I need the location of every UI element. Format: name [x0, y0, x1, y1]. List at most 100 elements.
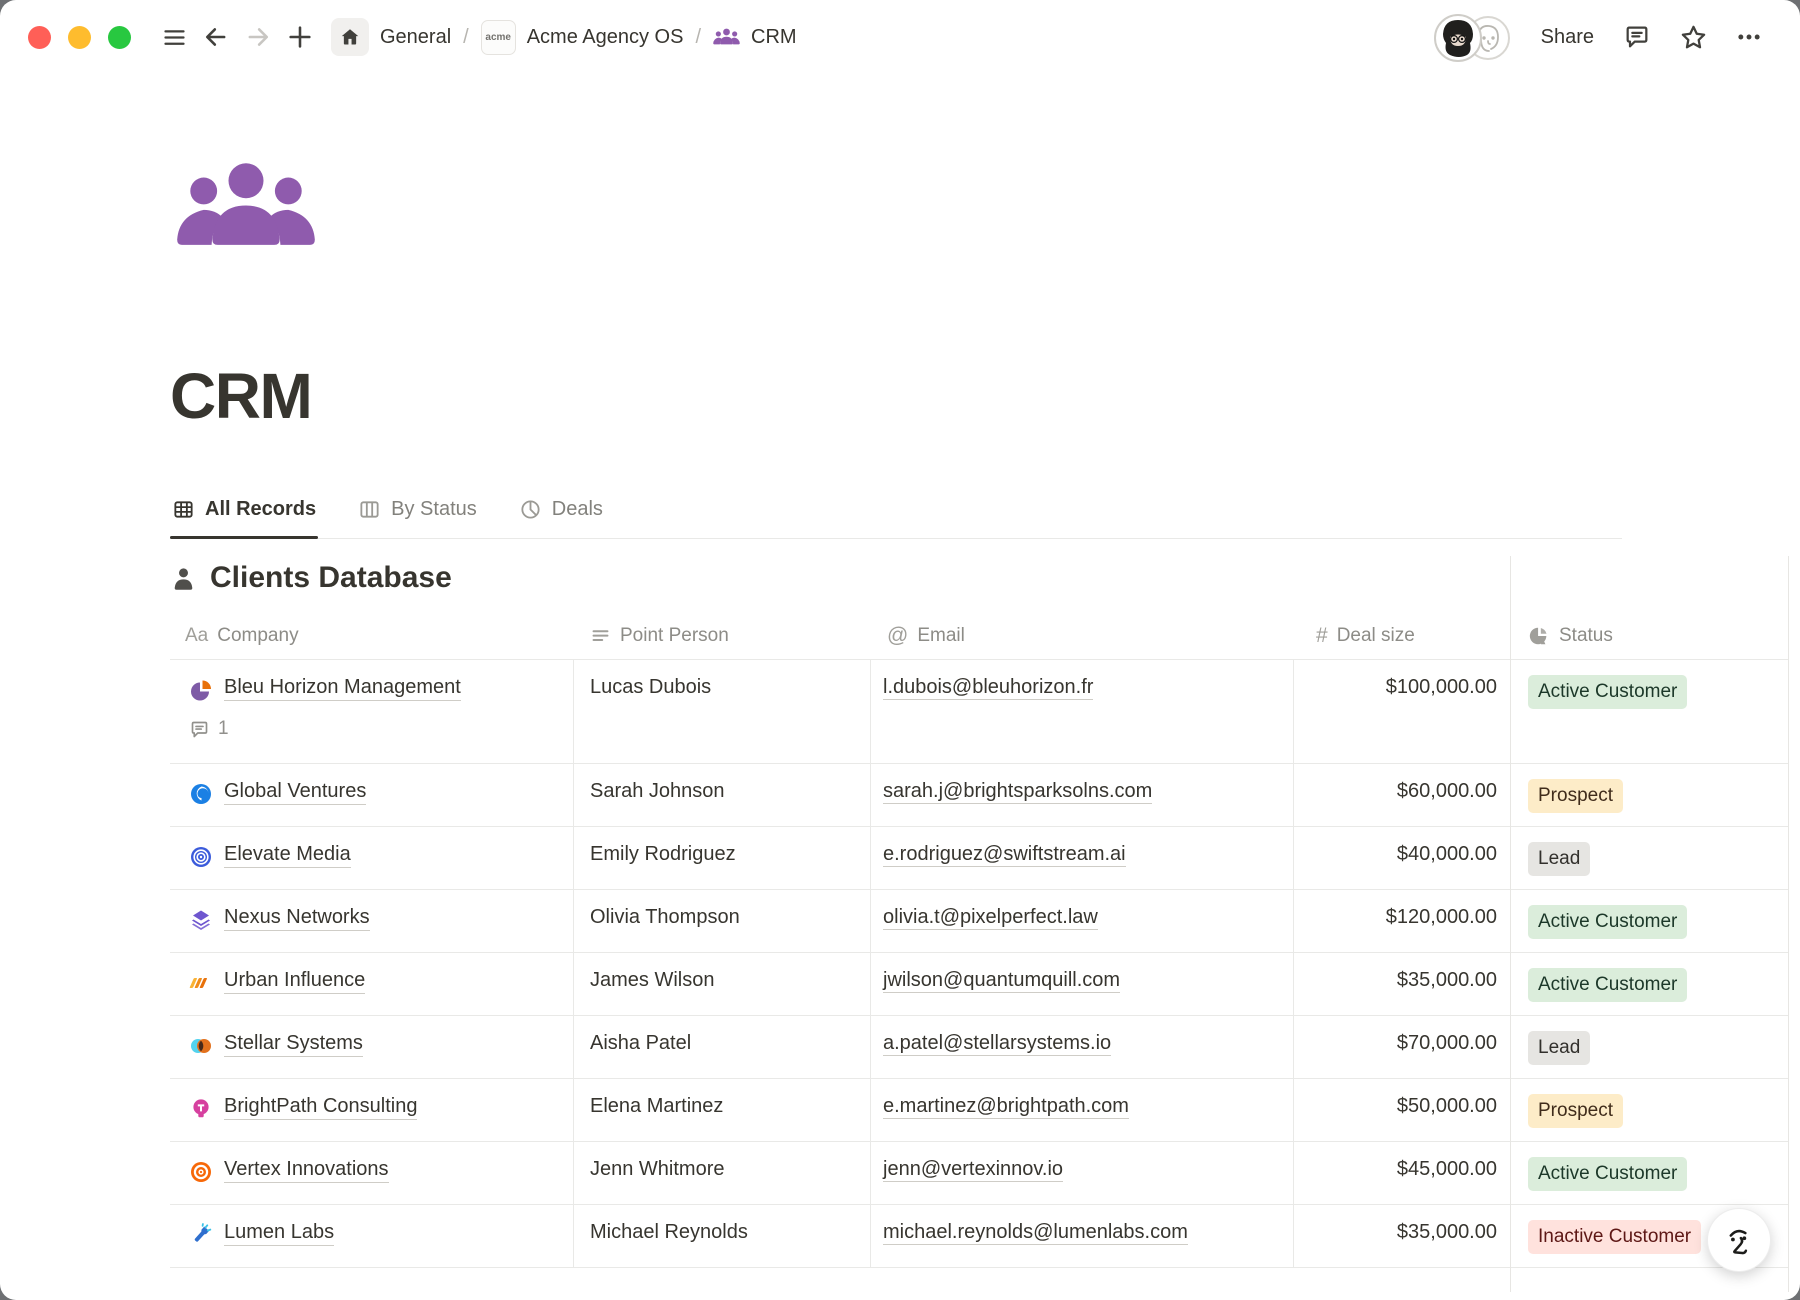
- people-icon: [713, 28, 740, 46]
- avatar: [1433, 13, 1483, 63]
- page-icon-people[interactable]: [176, 160, 316, 254]
- status-badge[interactable]: Active Customer: [1528, 968, 1687, 1002]
- column-header-email[interactable]: @Email: [871, 613, 1294, 659]
- status-badge[interactable]: Inactive Customer: [1528, 1220, 1701, 1254]
- company-cell: Urban Influence: [170, 953, 574, 1015]
- email-link[interactable]: olivia.t@pixelperfect.law: [883, 906, 1098, 930]
- deal-size-cell[interactable]: $45,000.00: [1294, 1142, 1510, 1204]
- point-person-cell[interactable]: Elena Martinez: [574, 1079, 871, 1141]
- comment-count: 1: [218, 718, 229, 740]
- new-tab-button[interactable]: [279, 16, 321, 58]
- arrow-left-icon: [202, 23, 230, 51]
- blue-spiral-logo: [189, 845, 213, 869]
- email-link[interactable]: jenn@vertexinnov.io: [883, 1158, 1063, 1182]
- point-person-cell[interactable]: Sarah Johnson: [574, 764, 871, 826]
- window-controls: [28, 26, 131, 49]
- deal-size-cell[interactable]: $35,000.00: [1294, 1205, 1510, 1267]
- company-link[interactable]: BrightPath Consulting: [224, 1095, 417, 1120]
- email-link[interactable]: jwilson@quantumquill.com: [883, 969, 1120, 993]
- status-cell: Active Customer: [1510, 890, 1788, 952]
- point-person-cell[interactable]: Aisha Patel: [574, 1016, 871, 1078]
- email-link[interactable]: l.dubois@bleuhorizon.fr: [883, 676, 1093, 700]
- status-badge[interactable]: Active Customer: [1528, 905, 1687, 939]
- status-badge[interactable]: Active Customer: [1528, 675, 1687, 709]
- deal-size-cell[interactable]: $35,000.00: [1294, 953, 1510, 1015]
- status-cell: Lead: [1510, 827, 1788, 889]
- email-link[interactable]: e.martinez@brightpath.com: [883, 1095, 1129, 1119]
- company-link[interactable]: Stellar Systems: [224, 1032, 363, 1057]
- column-label: Company: [217, 625, 298, 647]
- tab-by-status[interactable]: By Status: [356, 496, 479, 538]
- comment-icon: [1623, 23, 1651, 51]
- company-link[interactable]: Nexus Networks: [224, 906, 370, 931]
- status-badge[interactable]: Lead: [1528, 842, 1590, 876]
- point-person-cell[interactable]: James Wilson: [574, 953, 871, 1015]
- column-header-point-person[interactable]: Point Person: [574, 613, 871, 659]
- status-badge[interactable]: Prospect: [1528, 779, 1623, 813]
- deal-size-cell[interactable]: $50,000.00: [1294, 1079, 1510, 1141]
- page-title[interactable]: CRM: [170, 360, 1800, 432]
- email-link[interactable]: e.rodriguez@swiftstream.ai: [883, 843, 1126, 867]
- indigo-layers-logo: [189, 908, 213, 932]
- breadcrumb-separator: /: [695, 26, 701, 49]
- email-link[interactable]: sarah.j@brightsparksolns.com: [883, 780, 1152, 804]
- comment-indicator[interactable]: 1: [189, 718, 561, 740]
- status-badge[interactable]: Lead: [1528, 1031, 1590, 1065]
- point-person-cell[interactable]: Olivia Thompson: [574, 890, 871, 952]
- tab-label: Deals: [552, 498, 603, 521]
- email-cell: jwilson@quantumquill.com: [871, 953, 1294, 1015]
- company-link[interactable]: Global Ventures: [224, 780, 366, 805]
- breadcrumb-item-crm[interactable]: CRM: [711, 22, 799, 53]
- orange-target-logo: [189, 1160, 213, 1184]
- favorite-button[interactable]: [1672, 16, 1714, 58]
- point-person-cell[interactable]: Emily Rodriguez: [574, 827, 871, 889]
- zoom-window-button[interactable]: [108, 26, 131, 49]
- blue-swirl-logo: [189, 782, 213, 806]
- database-title[interactable]: Clients Database: [210, 561, 452, 595]
- company-cell: Global Ventures: [170, 764, 574, 826]
- deal-size-cell[interactable]: $120,000.00: [1294, 890, 1510, 952]
- email-link[interactable]: a.patel@stellarsystems.io: [883, 1032, 1111, 1056]
- email-cell: olivia.t@pixelperfect.law: [871, 890, 1294, 952]
- breadcrumb-item-general[interactable]: General: [329, 14, 453, 60]
- column-header-status[interactable]: Status: [1510, 613, 1788, 659]
- comments-button[interactable]: [1616, 16, 1658, 58]
- collaborator-avatars[interactable]: [1433, 13, 1513, 61]
- deal-size-cell[interactable]: $40,000.00: [1294, 827, 1510, 889]
- back-button[interactable]: [195, 16, 237, 58]
- email-cell: sarah.j@brightsparksolns.com: [871, 764, 1294, 826]
- email-link[interactable]: michael.reynolds@lumenlabs.com: [883, 1221, 1188, 1245]
- company-link[interactable]: Vertex Innovations: [224, 1158, 389, 1183]
- sidebar-toggle-button[interactable]: [153, 16, 195, 58]
- status-badge[interactable]: Prospect: [1528, 1094, 1623, 1128]
- deal-size-cell[interactable]: $100,000.00: [1294, 660, 1510, 763]
- breadcrumb: General/acmeAcme Agency OS/ CRM: [329, 14, 799, 60]
- tab-label: All Records: [205, 498, 316, 521]
- company-link[interactable]: Lumen Labs: [224, 1221, 334, 1246]
- ai-assistant-button[interactable]: [1707, 1208, 1771, 1272]
- tab-all-records[interactable]: All Records: [170, 496, 318, 538]
- point-person-cell[interactable]: Jenn Whitmore: [574, 1142, 871, 1204]
- forward-button[interactable]: [237, 16, 279, 58]
- pink-bulb-logo: [189, 1097, 213, 1121]
- more-options-button[interactable]: [1728, 16, 1770, 58]
- breadcrumb-label: CRM: [751, 26, 797, 49]
- company-link[interactable]: Urban Influence: [224, 969, 365, 994]
- column-header-deal-size[interactable]: #Deal size: [1294, 613, 1510, 659]
- share-button[interactable]: Share: [1533, 20, 1602, 55]
- deal-size-cell[interactable]: $70,000.00: [1294, 1016, 1510, 1078]
- deal-size-cell[interactable]: $60,000.00: [1294, 764, 1510, 826]
- topbar-actions: Share: [1433, 13, 1770, 61]
- point-person-cell[interactable]: Lucas Dubois: [574, 660, 871, 763]
- company-cell: Nexus Networks: [170, 890, 574, 952]
- breadcrumb-item-acme-agency-os[interactable]: acmeAcme Agency OS: [479, 16, 686, 59]
- company-link[interactable]: Elevate Media: [224, 843, 351, 868]
- status-badge[interactable]: Active Customer: [1528, 1157, 1687, 1191]
- column-label: Deal size: [1337, 625, 1415, 647]
- minimize-window-button[interactable]: [68, 26, 91, 49]
- column-header-company[interactable]: AaCompany: [170, 613, 574, 659]
- close-window-button[interactable]: [28, 26, 51, 49]
- tab-deals[interactable]: Deals: [517, 496, 605, 538]
- point-person-cell[interactable]: Michael Reynolds: [574, 1205, 871, 1267]
- company-link[interactable]: Bleu Horizon Management: [224, 676, 461, 701]
